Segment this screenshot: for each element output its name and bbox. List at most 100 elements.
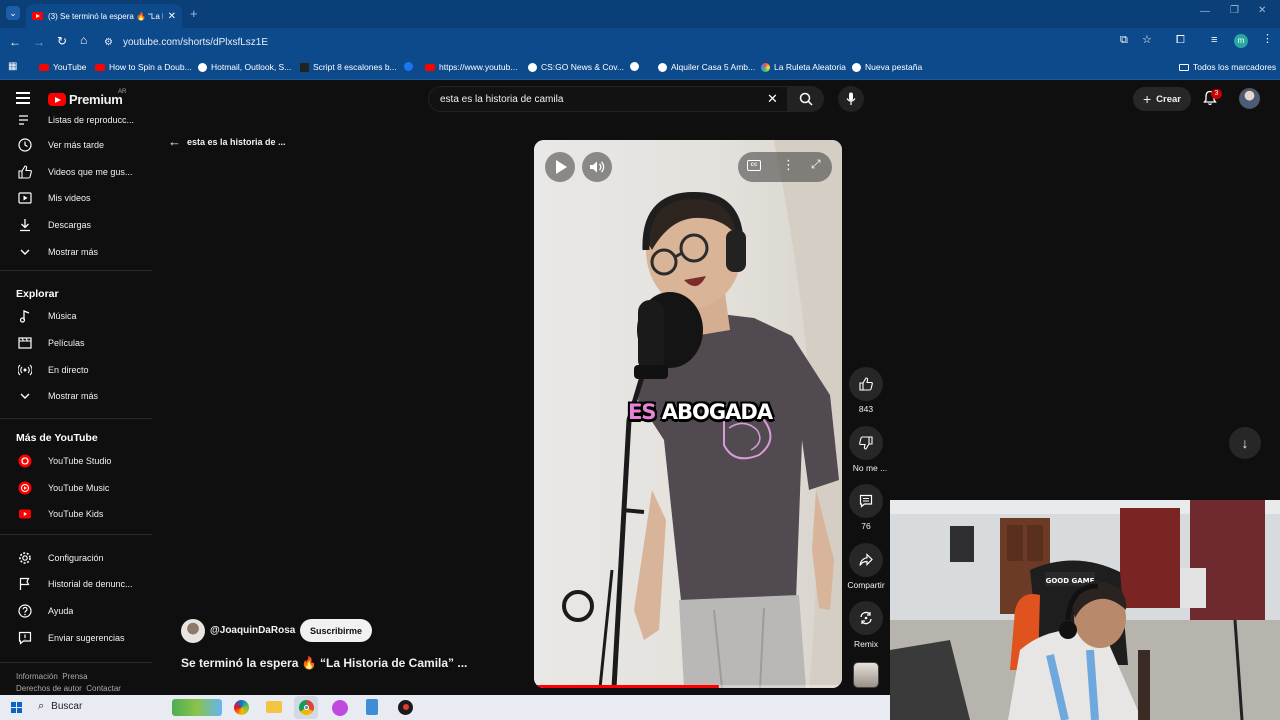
play-button[interactable]: [545, 152, 575, 182]
extensions-icon[interactable]: ⧠: [1176, 35, 1185, 46]
channel-avatar[interactable]: [181, 619, 205, 643]
app-icon[interactable]: [332, 700, 348, 716]
install-app-icon[interactable]: ⧉: [1120, 35, 1128, 46]
search-input[interactable]: esta es la historia de camila: [428, 86, 788, 112]
footer-link[interactable]: Información: [16, 672, 58, 681]
sidebar-item-my-videos[interactable]: Mis videos: [0, 186, 152, 210]
home-button[interactable]: ⌂: [80, 34, 87, 46]
footer-link[interactable]: Contactar: [86, 684, 121, 693]
sidebar-item-youtube-music[interactable]: YouTube Music: [0, 476, 152, 500]
bookmark-star-icon[interactable]: ☆: [1142, 35, 1152, 46]
back-button[interactable]: ←: [9, 36, 21, 48]
bookmark-item[interactable]: Script 8 escalones b...: [300, 62, 397, 72]
sidebar-item-liked-videos[interactable]: Videos que me gus...: [0, 160, 152, 184]
sidebar-item-send-feedback[interactable]: Enviar sugerencias: [0, 626, 152, 650]
bookmark-item[interactable]: https://www.youtub...: [425, 62, 517, 72]
search-icon: [799, 92, 813, 106]
forward-button[interactable]: →: [33, 36, 45, 48]
sound-thumbnail[interactable]: [853, 662, 879, 688]
calculator-icon[interactable]: [366, 699, 378, 715]
reading-list-icon[interactable]: ≡: [1211, 35, 1217, 46]
bookmarks-bar: ▦ YouTube How to Spin a Doub... Hotmail,…: [0, 56, 1280, 80]
site-info-icon[interactable]: ⚙: [104, 37, 113, 48]
comments-button[interactable]: [849, 484, 883, 518]
globe-icon: [658, 62, 667, 72]
bookmark-item[interactable]: [404, 62, 413, 71]
windows-start-icon[interactable]: [11, 702, 22, 713]
shorts-video-player[interactable]: cc ⋮ ⤢ ES ABOGADA: [534, 140, 842, 688]
sidebar-item-report-history[interactable]: Historial de denunc...: [0, 572, 152, 596]
sidebar-item-live[interactable]: En directo: [0, 358, 152, 382]
wheel-icon: [761, 62, 770, 72]
sidebar-item-movies[interactable]: Películas: [0, 331, 152, 355]
sidebar-item-show-more[interactable]: Mostrar más: [0, 240, 152, 264]
sidebar-item-watch-later[interactable]: Ver más tarde: [0, 133, 152, 157]
like-button[interactable]: [849, 367, 883, 401]
sidebar-item-youtube-studio[interactable]: YouTube Studio: [0, 449, 152, 473]
bookmark-item[interactable]: La Ruleta Aleatoria: [761, 62, 846, 72]
restore-button[interactable]: ❐: [1230, 6, 1239, 16]
sidebar-item-youtube-kids[interactable]: YouTube Kids: [0, 502, 152, 526]
youtube-icon: [95, 63, 105, 71]
sidebar-item-playlists[interactable]: Listas de reproducc...: [0, 108, 152, 132]
clear-search-icon[interactable]: ✕: [767, 91, 778, 107]
hamburger-menu-icon[interactable]: [16, 92, 30, 104]
search-button[interactable]: [788, 86, 824, 112]
new-tab-button[interactable]: +: [190, 7, 198, 20]
browser-tab-active[interactable]: (3) Se terminó la espera 🔥 “La H ✕: [26, 4, 182, 28]
subscribe-button[interactable]: Suscribirme: [300, 619, 372, 642]
next-short-button[interactable]: ↓: [1229, 427, 1261, 459]
sidebar-item-settings[interactable]: Configuración: [0, 546, 152, 570]
reload-button[interactable]: ↻: [57, 35, 67, 47]
dislike-button[interactable]: [849, 426, 883, 460]
create-button[interactable]: + Crear: [1133, 87, 1191, 111]
volume-button[interactable]: [582, 152, 612, 182]
remix-button[interactable]: [849, 601, 883, 635]
footer-link[interactable]: Derechos de autor: [16, 684, 82, 693]
browser-menu-icon[interactable]: ⋮: [1262, 34, 1273, 45]
sidebar-item-label: Películas: [48, 338, 85, 348]
youtube-premium-logo[interactable]: Premium: [48, 92, 123, 107]
search-query-text: esta es la historia de camila: [440, 93, 564, 105]
voice-search-button[interactable]: [838, 86, 864, 112]
bookmark-item[interactable]: How to Spin a Doub...: [95, 62, 192, 72]
sidebar-item-help[interactable]: Ayuda: [0, 599, 152, 623]
globe-icon: [630, 62, 639, 71]
taskbar-search[interactable]: ⌕ Buscar: [38, 700, 82, 713]
widgets-icon[interactable]: [172, 699, 222, 716]
bookmark-item[interactable]: YouTube: [39, 62, 86, 72]
account-avatar[interactable]: [1239, 88, 1260, 109]
apps-grid-icon[interactable]: ▦: [8, 62, 17, 72]
bookmark-item[interactable]: Hotmail, Outlook, S...: [198, 62, 291, 72]
close-tab-icon[interactable]: ✕: [168, 11, 176, 22]
minimize-button[interactable]: —: [1200, 7, 1210, 17]
shorts-back-link[interactable]: ← esta es la historia de ...: [168, 134, 286, 149]
fullscreen-icon[interactable]: ⤢: [811, 157, 821, 172]
file-explorer-icon[interactable]: [266, 701, 282, 713]
address-bar[interactable]: ⚙ youtube.com/shorts/dPlxsfLsz1E: [104, 32, 1164, 52]
sidebar-item-label: Música: [48, 311, 77, 321]
bookmark-item[interactable]: Alquiler Casa 5 Amb...: [658, 62, 755, 72]
video-title[interactable]: Se terminó la espera 🔥 “La Historia de C…: [181, 656, 467, 670]
share-button[interactable]: [849, 543, 883, 577]
sidebar-item-show-more-explore[interactable]: Mostrar más: [0, 384, 152, 408]
bookmark-item[interactable]: CS:GO News & Cov...: [528, 62, 624, 72]
bookmark-item[interactable]: Nueva pestaña: [852, 62, 922, 72]
globe-icon: [198, 62, 207, 72]
all-bookmarks-folder[interactable]: Todos los marcadores: [1179, 62, 1276, 72]
bookmark-item[interactable]: [630, 62, 639, 71]
captions-icon[interactable]: cc: [747, 160, 761, 171]
channel-name[interactable]: @JoaquinDaRosa: [210, 625, 295, 636]
close-window-button[interactable]: ✕: [1258, 6, 1266, 16]
copilot-icon[interactable]: [234, 700, 249, 715]
sidebar: Listas de reproducc... Ver más tarde Vid…: [0, 115, 155, 695]
sidebar-item-downloads[interactable]: Descargas: [0, 213, 152, 237]
footer-link[interactable]: Prensa: [62, 672, 87, 681]
volume-icon: [590, 161, 605, 173]
profile-avatar[interactable]: m: [1234, 34, 1248, 48]
sidebar-item-label: Historial de denunc...: [48, 579, 133, 589]
more-options-icon[interactable]: ⋮: [782, 157, 795, 173]
sidebar-item-music[interactable]: Música: [0, 304, 152, 328]
tab-search-button[interactable]: ⌄: [6, 6, 20, 20]
premium-logo-text: Premium: [69, 92, 123, 107]
